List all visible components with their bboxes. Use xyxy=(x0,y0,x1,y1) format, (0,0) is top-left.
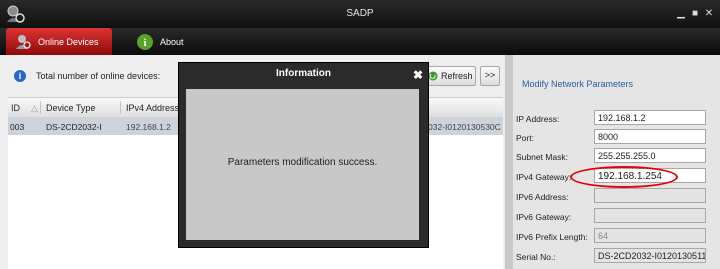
title-bar: SADP ▁ ■ ✕ xyxy=(0,0,720,29)
panel-title: Modify Network Parameters xyxy=(522,79,634,89)
subnet-mask-label: Subnet Mask: xyxy=(516,152,568,162)
column-header-id[interactable]: ID xyxy=(11,103,20,113)
ip-address-label: IP Address: xyxy=(516,114,560,124)
window-title: SADP xyxy=(346,8,374,19)
ipv6-gateway-field[interactable] xyxy=(594,208,706,223)
cell-id: 003 xyxy=(10,122,25,132)
ipv6-prefix-length-field[interactable]: 64 xyxy=(594,228,706,243)
column-header-device-type[interactable]: Device Type xyxy=(46,103,95,113)
ipv4-gateway-label: IPv4 Gateway: xyxy=(516,172,572,182)
cell-serial: 032-I0120130530C xyxy=(428,122,501,132)
tab-online-devices-label: Online Devices xyxy=(38,36,99,47)
dialog-message: Parameters modification success. xyxy=(227,157,378,168)
ipv6-address-label: IPv6 Address: xyxy=(516,192,569,202)
tab-about[interactable]: i About xyxy=(128,28,202,55)
port-field[interactable]: 8000 xyxy=(594,129,706,144)
column-divider xyxy=(40,101,41,114)
serial-no-field[interactable]: DS-2CD2032-I0120130511C xyxy=(594,248,706,263)
subnet-mask-field[interactable]: 255.255.255.0 xyxy=(594,148,706,163)
maximize-icon[interactable]: ■ xyxy=(690,9,700,19)
ip-address-field[interactable]: 192.168.1.2 xyxy=(594,110,706,125)
total-devices-label: Total number of online devices: xyxy=(36,71,161,81)
cell-ipv4: 192.168.1.2 xyxy=(126,122,171,132)
column-divider xyxy=(120,101,121,114)
tab-about-label: About xyxy=(160,36,184,47)
port-label: Port: xyxy=(516,133,534,143)
info-about-icon: i xyxy=(137,33,153,50)
minimize-icon[interactable]: ▁ xyxy=(676,9,686,19)
svg-text:i: i xyxy=(143,37,146,49)
refresh-button[interactable]: Refresh xyxy=(424,66,476,86)
panel-divider xyxy=(505,55,513,269)
dialog-body: Parameters modification success. xyxy=(186,89,419,240)
tab-strip: Online Devices i About xyxy=(0,28,720,55)
tab-online-devices[interactable]: Online Devices xyxy=(6,28,112,55)
refresh-label: Refresh xyxy=(441,71,473,81)
info-icon: i xyxy=(14,70,26,82)
dialog-close-icon[interactable]: ✖ xyxy=(413,68,423,82)
ipv6-prefix-length-label: IPv6 Prefix Length: xyxy=(516,232,588,242)
ipv6-address-field[interactable] xyxy=(594,188,706,203)
column-header-ipv4-address[interactable]: IPv4 Address xyxy=(126,103,179,113)
devices-icon xyxy=(16,34,31,49)
expand-button[interactable]: >> xyxy=(480,66,500,86)
refresh-icon xyxy=(428,71,438,81)
cell-device-type: DS-2CD2032-I xyxy=(46,122,102,132)
sort-icon: △ xyxy=(31,103,38,113)
highlight-ellipse xyxy=(570,166,678,188)
serial-no-label: Serial No.: xyxy=(516,252,556,262)
close-icon[interactable]: ✕ xyxy=(704,9,714,19)
ipv6-gateway-label: IPv6 Gateway: xyxy=(516,212,572,222)
information-dialog: Information ✖ Parameters modification su… xyxy=(178,62,429,248)
dialog-title: Information xyxy=(276,68,331,79)
modify-network-panel: Modify Network Parameters IP Address: 19… xyxy=(513,55,720,269)
